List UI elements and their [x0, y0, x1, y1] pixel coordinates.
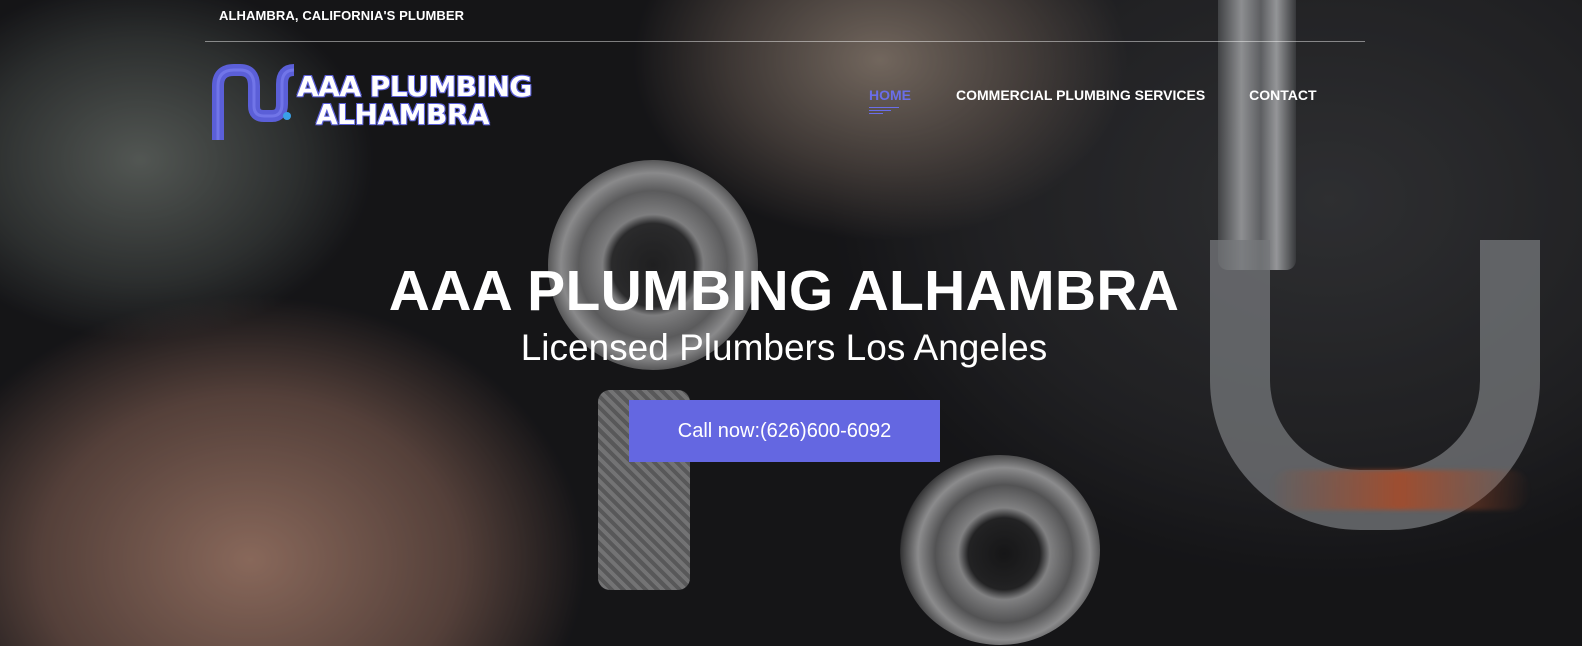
logo-text-line2: ALHAMBRA: [316, 98, 490, 131]
pipe-logo-icon: [212, 64, 295, 140]
hero-subtitle: Licensed Plumbers Los Angeles: [520, 327, 1048, 368]
nav-active-indicator: [869, 107, 899, 114]
nav-item-commercial-plumbing-services[interactable]: COMMERCIAL PLUMBING SERVICES: [956, 87, 1205, 103]
main-nav: HOME COMMERCIAL PLUMBING SERVICES CONTAC…: [869, 87, 1317, 114]
nav-item-services-label: COMMERCIAL PLUMBING SERVICES: [956, 87, 1206, 103]
site-logo[interactable]: AAA PLUMBING ALHAMBRA: [210, 64, 532, 144]
nav-item-contact-label: CONTACT: [1249, 87, 1317, 103]
nav-item-contact[interactable]: CONTACT: [1249, 87, 1316, 103]
call-now-button[interactable]: Call now:(626)600-6092: [629, 400, 940, 462]
header-tagline: ALHAMBRA, CALIFORNIA'S PLUMBER: [219, 8, 465, 23]
nav-item-home[interactable]: HOME: [869, 87, 911, 114]
nav-item-home-label: HOME: [869, 87, 911, 103]
header-divider: [205, 41, 1365, 42]
hero-title: AAA PLUMBING ALHAMBRA: [388, 259, 1180, 323]
